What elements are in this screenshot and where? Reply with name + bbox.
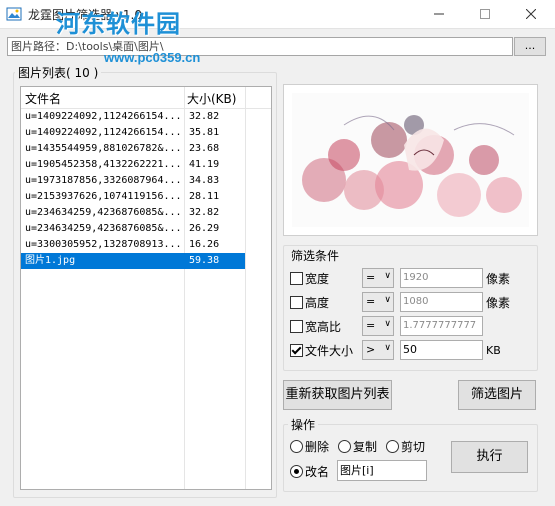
delete-label: 删除 <box>305 440 330 454</box>
ratio-value-field[interactable]: 1.7777777777 <box>400 316 483 336</box>
watermark-text: 河东软件园 <box>56 9 181 38</box>
list-item-selected[interactable]: 图片1.jpg 59.38 <box>21 253 245 269</box>
list-item[interactable]: u=3300305952,1328708913... 16.26 <box>21 237 247 253</box>
file-size: 34.83 <box>189 175 220 186</box>
width-label: 宽度 <box>305 272 330 286</box>
chevron-down-icon: ∨ <box>384 343 391 353</box>
maximize-button[interactable] <box>462 0 508 28</box>
rename-label: 改名 <box>305 465 330 479</box>
list-item[interactable]: u=1973187856,3326087964... 34.83 <box>21 173 247 189</box>
ratio-checkbox[interactable] <box>290 320 303 333</box>
watermark-url: www.pc0359.cn <box>104 50 201 65</box>
chevron-down-icon: ∨ <box>384 271 391 281</box>
file-size: 41.19 <box>189 159 220 170</box>
maximize-icon <box>480 9 490 19</box>
filesize-checkbox[interactable] <box>290 344 303 357</box>
ratio-label: 宽高比 <box>305 320 342 334</box>
chevron-down-icon: ∨ <box>384 319 391 329</box>
list-item[interactable]: u=1435544959,881026782&... 23.68 <box>21 141 247 157</box>
file-size: 32.82 <box>189 111 220 122</box>
close-icon <box>526 9 536 19</box>
preview-artwork <box>292 93 529 227</box>
height-label: 高度 <box>305 296 330 310</box>
copy-label: 复制 <box>353 440 378 454</box>
file-size: 16.26 <box>189 239 220 250</box>
operator-value: = <box>366 319 376 332</box>
file-size: 28.11 <box>189 191 220 202</box>
height-unit: 像素 <box>486 296 511 310</box>
cut-radio[interactable] <box>386 440 399 453</box>
height-value-field[interactable]: 1080 <box>400 292 483 312</box>
copy-radio[interactable] <box>338 440 351 453</box>
width-unit: 像素 <box>486 272 511 286</box>
file-size: 23.68 <box>189 143 220 154</box>
filesize-unit: KB <box>486 344 501 357</box>
file-name: u=1409224092,1124266154... <box>25 127 182 138</box>
image-list[interactable]: 文件名 大小(KB) u=1409224092,1124266154... 32.… <box>20 86 272 490</box>
operator-value: = <box>366 295 376 308</box>
refresh-list-button[interactable]: 重新获取图片列表 <box>283 380 392 410</box>
height-operator-select[interactable]: = ∨ <box>362 292 394 312</box>
file-name: u=3300305952,1328708913... <box>25 239 182 250</box>
filesize-operator-select[interactable]: > ∨ <box>362 340 394 360</box>
column-divider[interactable] <box>184 87 185 108</box>
image-list-legend: 图片列表( 10 ) <box>15 64 102 81</box>
rename-radio[interactable] <box>290 465 303 478</box>
file-size: 32.82 <box>189 207 220 218</box>
execute-button[interactable]: 执行 <box>451 441 528 473</box>
list-item[interactable]: u=2153937626,1074119156... 28.11 <box>21 189 247 205</box>
path-field[interactable]: 图片路径：D:\tools\桌面\图片\ <box>7 37 513 56</box>
height-checkbox[interactable] <box>290 296 303 309</box>
column-divider[interactable] <box>245 87 246 108</box>
file-size: 26.29 <box>189 223 220 234</box>
file-size: 59.38 <box>189 255 220 266</box>
operation-legend: 操作 <box>288 416 319 433</box>
file-name: u=1905452358,4132262221... <box>25 159 182 170</box>
width-operator-select[interactable]: = ∨ <box>362 268 394 288</box>
file-name: u=1409224092,1124266154... <box>25 111 182 122</box>
column-header-filename[interactable]: 文件名 <box>25 90 61 107</box>
file-name: u=1973187856,3326087964... <box>25 175 182 186</box>
title-bar: 龙霆图片筛选器 v1.0 河东软件园 <box>0 0 555 38</box>
filesize-label: 文件大小 <box>305 344 354 358</box>
file-name: u=1435544959,881026782&... <box>25 143 182 154</box>
list-item[interactable]: u=234634259,4236876085&... 32.82 <box>21 205 247 221</box>
list-header: 文件名 大小(KB) <box>21 87 271 109</box>
filter-images-button[interactable]: 筛选图片 <box>458 380 536 410</box>
rename-pattern-field[interactable]: 图片[i] <box>337 460 427 481</box>
ratio-operator-select[interactable]: = ∨ <box>362 316 394 336</box>
file-name: 图片1.jpg <box>25 255 76 266</box>
file-size: 35.81 <box>189 127 220 138</box>
list-item[interactable]: u=1905452358,4132262221... 41.19 <box>21 157 247 173</box>
app-icon <box>6 7 22 21</box>
filesize-value-field[interactable]: 50 <box>400 340 483 360</box>
list-item[interactable]: u=1409224092,1124266154... 35.81 <box>21 125 247 141</box>
cut-label: 剪切 <box>401 440 426 454</box>
width-checkbox[interactable] <box>290 272 303 285</box>
file-name: u=234634259,4236876085&... <box>25 207 182 218</box>
file-name: u=234634259,4236876085&... <box>25 223 182 234</box>
close-button[interactable] <box>508 0 554 28</box>
list-item[interactable]: u=1409224092,1124266154... 32.82 <box>21 109 247 125</box>
delete-radio[interactable] <box>290 440 303 453</box>
image-preview <box>283 84 538 236</box>
minimize-button[interactable] <box>416 0 462 28</box>
file-name: u=2153937626,1074119156... <box>25 191 182 202</box>
operator-value: = <box>366 271 376 284</box>
browse-button[interactable]: ... <box>514 37 546 56</box>
list-item[interactable]: u=234634259,4236876085&... 26.29 <box>21 221 247 237</box>
minimize-icon <box>434 13 444 15</box>
width-value-field[interactable]: 1920 <box>400 268 483 288</box>
operator-value: > <box>366 343 376 356</box>
chevron-down-icon: ∨ <box>384 295 391 305</box>
filter-legend: 筛选条件 <box>288 247 343 264</box>
column-header-size[interactable]: 大小(KB) <box>187 90 236 107</box>
